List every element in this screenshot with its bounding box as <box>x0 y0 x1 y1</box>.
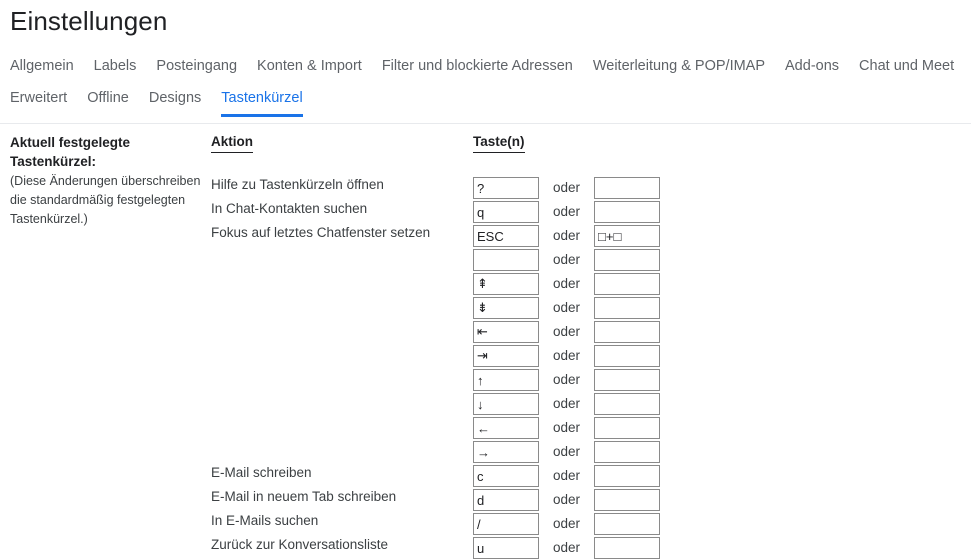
key-input-primary[interactable] <box>473 321 539 343</box>
tab-tastenk-rzel[interactable]: Tastenkürzel <box>221 88 304 117</box>
keys-column-header: Taste(n) <box>473 133 525 153</box>
key-input-secondary[interactable] <box>594 201 660 223</box>
key-separator-label: oder <box>552 372 581 387</box>
tab-allgemein[interactable]: Allgemein <box>10 56 74 80</box>
shortcut-row: oder <box>473 273 660 295</box>
key-input-secondary[interactable] <box>594 537 660 559</box>
current-shortcuts-note: (Diese Änderungen überschreiben die stan… <box>10 174 201 226</box>
tab-posteingang[interactable]: Posteingang <box>156 56 237 80</box>
tab-designs[interactable]: Designs <box>149 88 201 112</box>
key-separator-label: oder <box>552 180 581 195</box>
key-input-secondary[interactable] <box>594 249 660 271</box>
shortcut-row: oder <box>473 297 660 319</box>
key-input-secondary[interactable] <box>594 177 660 199</box>
key-input-primary[interactable] <box>473 441 539 463</box>
key-input-secondary[interactable] <box>594 321 660 343</box>
action-label: Hilfe zu Tastenkürzeln öffnen <box>211 177 384 192</box>
key-input-primary[interactable] <box>473 177 539 199</box>
key-input-secondary[interactable] <box>594 345 660 367</box>
current-shortcuts-info: Aktuell festgelegte Tastenkürzel: (Diese… <box>10 133 205 229</box>
key-input-secondary[interactable] <box>594 417 660 439</box>
key-input-primary[interactable] <box>473 297 539 319</box>
key-separator-label: oder <box>552 324 581 339</box>
key-input-primary[interactable] <box>473 537 539 559</box>
key-input-primary[interactable] <box>473 513 539 535</box>
key-input-secondary[interactable] <box>594 273 660 295</box>
tab-chat-und-meet[interactable]: Chat und Meet <box>859 56 954 80</box>
shortcut-row: oder <box>473 225 660 247</box>
key-input-secondary[interactable] <box>594 297 660 319</box>
key-separator-label: oder <box>552 540 581 555</box>
shortcut-row: oder <box>473 417 660 439</box>
key-separator-label: oder <box>552 276 581 291</box>
key-input-secondary[interactable] <box>594 513 660 535</box>
action-label: Fokus auf letztes Chatfenster setzen <box>211 225 431 240</box>
key-input-secondary[interactable] <box>594 441 660 463</box>
shortcut-row: oder <box>473 201 660 223</box>
shortcut-row: oder <box>473 441 660 463</box>
key-input-secondary[interactable] <box>594 465 660 487</box>
key-input-primary[interactable] <box>473 201 539 223</box>
key-separator-label: oder <box>552 444 581 459</box>
key-input-primary[interactable] <box>473 417 539 439</box>
action-label: E-Mail in neuem Tab schreiben <box>211 489 397 504</box>
key-separator-label: oder <box>552 492 581 507</box>
action-label: E-Mail schreiben <box>211 465 312 480</box>
action-label: In Chat-Kontakten suchen <box>211 201 368 216</box>
key-input-secondary[interactable] <box>594 369 660 391</box>
tab-erweitert[interactable]: Erweitert <box>10 88 67 112</box>
key-separator-label: oder <box>552 300 581 315</box>
tab-add-ons[interactable]: Add-ons <box>785 56 839 80</box>
key-separator-label: oder <box>552 348 581 363</box>
shortcut-row: oder <box>473 345 660 367</box>
action-label: In E-Mails suchen <box>211 513 319 528</box>
key-input-secondary[interactable] <box>594 489 660 511</box>
key-input-primary[interactable] <box>473 465 539 487</box>
key-input-primary[interactable] <box>473 273 539 295</box>
key-input-secondary[interactable] <box>594 225 660 247</box>
shortcut-row: oder <box>473 465 660 487</box>
tab-weiterleitung-pop-imap[interactable]: Weiterleitung & POP/IMAP <box>593 56 765 80</box>
shortcut-row: oder <box>473 369 660 391</box>
shortcut-row: oder <box>473 489 660 511</box>
key-input-primary[interactable] <box>473 489 539 511</box>
tab-row-secondary: Erweitert Offline Designs Tastenkürzel <box>0 80 971 117</box>
shortcut-row: oder <box>473 249 660 271</box>
tab-filter-und-blockierte-adressen[interactable]: Filter und blockierte Adressen <box>382 56 573 80</box>
key-input-primary[interactable] <box>473 393 539 415</box>
settings-tabs: Allgemein Labels Posteingang Konten & Impor… <box>0 52 971 117</box>
key-separator-label: oder <box>552 204 581 219</box>
shortcut-row: oder <box>473 321 660 343</box>
key-input-primary[interactable] <box>473 249 539 271</box>
tab-konten-import[interactable]: Konten & Import <box>257 56 362 80</box>
key-separator-label: oder <box>552 420 581 435</box>
key-input-primary[interactable] <box>473 369 539 391</box>
key-separator-label: oder <box>552 396 581 411</box>
shortcut-row: oder <box>473 513 660 535</box>
key-separator-label: oder <box>552 468 581 483</box>
key-input-primary[interactable] <box>473 225 539 247</box>
shortcut-row: oder <box>473 177 660 199</box>
shortcut-row: oder <box>473 537 660 559</box>
key-input-secondary[interactable] <box>594 393 660 415</box>
current-shortcuts-heading: Aktuell festgelegte Tastenkürzel: <box>10 135 131 169</box>
key-separator-label: oder <box>552 228 581 243</box>
action-column: Aktion Hilfe zu Tastenkürzeln öffnen In C… <box>211 133 466 552</box>
tab-offline[interactable]: Offline <box>87 88 129 112</box>
tab-row-primary: Allgemein Labels Posteingang Konten & Impor… <box>0 52 971 80</box>
tabs-divider <box>0 123 971 124</box>
action-column-header: Aktion <box>211 133 253 153</box>
settings-page: Einstellungen Allgemein Labels Posteingang… <box>0 0 971 559</box>
keys-column: Taste(n) oder oder oder oder oder oder oder ode… <box>473 133 673 559</box>
action-label: Zurück zur Konversationsliste <box>211 537 389 552</box>
key-separator-label: oder <box>552 252 581 267</box>
shortcut-row: oder <box>473 393 660 415</box>
key-separator-label: oder <box>552 516 581 531</box>
tab-labels[interactable]: Labels <box>94 56 137 80</box>
key-input-primary[interactable] <box>473 345 539 367</box>
page-title: Einstellungen <box>10 6 168 36</box>
